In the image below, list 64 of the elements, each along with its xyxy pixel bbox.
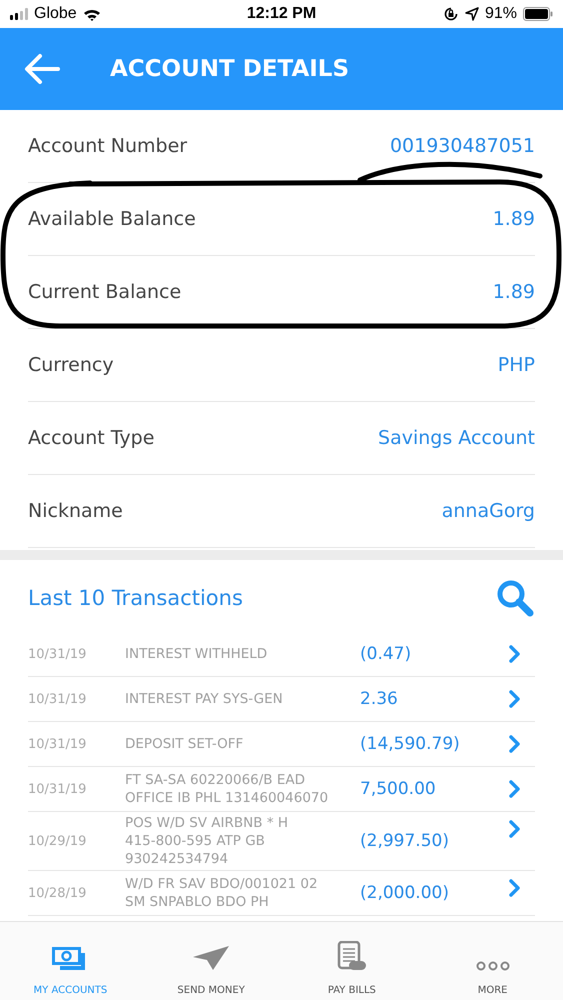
transaction-description: W/D FR SAV BDO/001021 02	[125, 875, 319, 893]
detail-label: Account Type	[28, 427, 154, 449]
transaction-amount: (2,997.50)	[360, 831, 450, 851]
detail-label: Currency	[28, 354, 114, 376]
transaction-row[interactable]: 10/31/19 DEPOSIT SET-OFF (14,590.79)	[28, 722, 535, 767]
tab-item[interactable]: MORE	[422, 922, 563, 1000]
transaction-date: 10/28/19	[28, 886, 88, 900]
clock: 12:12 PM	[246, 5, 316, 23]
transaction-row[interactable]: 10/29/19 POS W/D SV AIRBNB * H 415-800-595 ATP GB 930242534794 (2,997.50)	[28, 812, 535, 871]
transaction-row[interactable]: 10/28/19 W/D FR SAV BDO/001021 02 SM SNPABLO BDO PH (2,000.00)	[28, 871, 535, 916]
transaction-description: INTEREST PAY SYS-GEN	[125, 690, 284, 708]
search-button[interactable]	[495, 578, 535, 618]
carrier-name: Globe	[34, 5, 77, 23]
transaction-amount: 7,500.00	[360, 779, 437, 799]
transaction-description: OFFICE IB PHL 131460046070	[125, 789, 330, 807]
detail-label: Current Balance	[28, 281, 182, 303]
wifi-icon	[82, 8, 101, 20]
transaction-description: POS W/D SV AIRBNB * H	[125, 814, 290, 832]
transaction-row[interactable]: 10/31/19 FT SA-SA 60220066/B EAD OFFICE IB PHL 131460046070 7,500.00	[28, 767, 535, 812]
more-icon	[476, 961, 510, 971]
detail-label: Nickname	[28, 500, 123, 522]
paper-plane-icon	[192, 945, 230, 971]
detail-label: Account Number	[28, 135, 188, 157]
chevron-right-icon	[509, 780, 521, 798]
detail-value: 1.89	[492, 281, 535, 303]
detail-value: PHP	[498, 354, 535, 376]
transaction-date: 10/31/19	[28, 646, 88, 662]
tab-item[interactable]: MY ACCOUNTS	[0, 922, 141, 1000]
transaction-description: SM SNPABLO BDO PH	[125, 893, 270, 911]
transaction-description: DEPOSIT SET-OFF	[125, 735, 244, 753]
transaction-description: 930242534794	[125, 850, 230, 868]
tab-item[interactable]: PAY BILLS	[282, 922, 422, 1000]
detail-value: annaGorg	[442, 500, 535, 522]
transaction-amount: (2,000.00)	[360, 883, 450, 903]
detail-label: Available Balance	[28, 208, 196, 230]
page-title: ACCOUNT DETAILS	[110, 56, 350, 82]
detail-value: Savings Account	[378, 427, 535, 449]
chevron-right-icon	[509, 820, 521, 838]
detail-value: 001930487051	[390, 135, 535, 157]
transaction-row[interactable]: 10/31/19 INTEREST PAY SYS-GEN 2.36	[28, 677, 535, 722]
transaction-description: INTEREST WITHHELD	[125, 645, 268, 663]
chevron-right-icon	[509, 690, 521, 708]
chevron-right-icon	[509, 645, 521, 663]
chevron-right-icon	[509, 879, 521, 897]
chevron-right-icon	[509, 735, 521, 753]
transaction-description: 415-800-595 ATP GB	[125, 832, 266, 850]
rotation-lock-icon	[442, 6, 459, 22]
transaction-amount: 2.36	[360, 689, 399, 709]
transaction-date: 10/31/19	[28, 736, 88, 752]
transaction-date: 10/31/19	[28, 692, 88, 706]
battery-percent: 91%	[484, 5, 517, 23]
location-icon	[464, 7, 479, 21]
transaction-row[interactable]: 10/31/19 INTEREST WITHHELD (0.47)	[28, 632, 535, 677]
battery-icon	[523, 7, 553, 21]
transaction-date: 10/31/19	[28, 782, 88, 796]
detail-value: 1.89	[492, 208, 535, 230]
signal-icon	[10, 8, 28, 20]
transaction-date: 10/29/19	[28, 834, 88, 848]
transactions-title: Last 10 Transactions	[28, 586, 243, 610]
transaction-amount: (14,590.79)	[360, 734, 461, 754]
transaction-description: FT SA-SA 60220066/B EAD	[125, 771, 306, 789]
tab-item[interactable]: SEND MONEY	[140, 922, 282, 1000]
receipt-icon	[336, 941, 367, 971]
transaction-amount: (0.47)	[360, 644, 412, 664]
